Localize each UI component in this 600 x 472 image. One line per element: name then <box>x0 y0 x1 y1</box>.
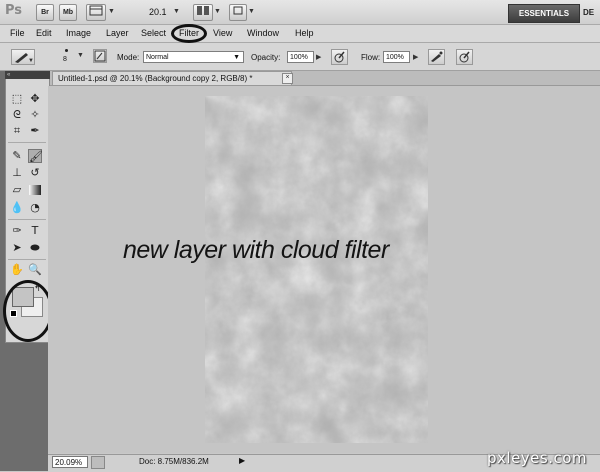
pen-pressure-size-icon <box>459 51 470 63</box>
tools-divider <box>8 219 46 220</box>
colors-highlight-annotation <box>3 280 53 342</box>
chevron-down-icon[interactable]: ▼ <box>214 8 221 15</box>
tools-divider <box>8 142 46 143</box>
zoom-field[interactable]: 20.09% <box>52 456 88 468</box>
opacity-label: Opacity: <box>251 53 281 62</box>
clone-stamp-tool-icon[interactable]: ⊥ <box>10 166 24 180</box>
menu-image[interactable]: Image <box>66 28 91 38</box>
watermark: pxleyes.com <box>487 449 588 467</box>
move-tool-icon[interactable]: ✥ <box>28 92 42 106</box>
status-menu-arrow-icon[interactable]: ▶ <box>239 456 245 465</box>
screen-mode-button[interactable] <box>229 4 247 21</box>
zoom-tool-icon[interactable]: 🔍 <box>28 263 42 277</box>
history-brush-tool-icon[interactable]: ↺ <box>28 166 42 180</box>
menu-select[interactable]: Select <box>141 28 166 38</box>
airbrush-icon <box>431 51 443 62</box>
flow-label: Flow: <box>361 53 381 62</box>
photoshop-logo: Ps <box>5 3 23 18</box>
spot-healing-brush-tool-icon[interactable]: ✎ <box>10 149 24 163</box>
menu-view[interactable]: View <box>213 28 232 38</box>
opacity-field[interactable]: 100% <box>287 51 314 63</box>
crop-tool-icon[interactable]: ⌗ <box>10 124 24 138</box>
chevron-down-icon[interactable]: ▼ <box>77 52 84 59</box>
document-tab[interactable]: Untitled-1.psd @ 20.1% (Background copy … <box>52 71 292 85</box>
gradient-tool-icon[interactable] <box>28 183 42 197</box>
brush-size-value: 8 <box>63 56 67 63</box>
quick-selection-tool-icon[interactable]: ✧ <box>28 108 42 122</box>
path-selection-tool-icon[interactable]: ➤ <box>10 241 24 255</box>
workspace-essentials-button[interactable]: ESSENTIALS <box>508 4 580 23</box>
cloud-texture <box>205 96 428 443</box>
view-extras-button[interactable] <box>86 4 106 21</box>
eyedropper-tool-icon[interactable]: ✒ <box>28 124 42 138</box>
hand-tool-icon[interactable]: ✋ <box>10 263 24 277</box>
brush-tool-icon[interactable]: 🖌 <box>28 149 43 163</box>
flow-slider-toggle[interactable]: ▶ <box>413 53 418 61</box>
document-canvas[interactable] <box>205 96 428 443</box>
view-extras-icon <box>89 5 103 16</box>
close-tab-icon[interactable]: × <box>282 73 293 84</box>
airbrush-button[interactable] <box>428 49 445 65</box>
launch-mini-bridge-button[interactable]: Mb <box>59 4 77 21</box>
pressure-opacity-button[interactable] <box>331 49 348 65</box>
pen-tool-icon[interactable]: ✑ <box>10 224 24 238</box>
brush-preset-picker[interactable]: 8 <box>58 47 76 67</box>
pressure-size-button[interactable] <box>456 49 473 65</box>
menu-layer[interactable]: Layer <box>106 28 129 38</box>
gradient-swatch <box>29 185 41 195</box>
arrange-icon <box>197 6 209 15</box>
svg-text:▼: ▼ <box>28 58 34 64</box>
chevron-down-icon[interactable]: ▼ <box>173 8 180 15</box>
tools-divider <box>8 259 46 260</box>
blur-tool-icon[interactable]: 💧 <box>10 201 24 215</box>
menu-help[interactable]: Help <box>295 28 314 38</box>
tools-panel-collapse[interactable]: « <box>5 71 50 79</box>
menu-file[interactable]: File <box>10 28 25 38</box>
annotation-caption: new layer with cloud filter <box>123 236 389 264</box>
document-size-info: Doc: 8.75M/836.2M <box>139 457 209 466</box>
filter-highlight-annotation <box>171 24 207 43</box>
blend-mode-value: Normal <box>146 54 169 61</box>
menu-edit[interactable]: Edit <box>36 28 52 38</box>
pen-pressure-icon <box>334 51 345 63</box>
toggle-brush-panel-button[interactable] <box>93 49 107 63</box>
opacity-slider-toggle[interactable]: ▶ <box>316 53 321 61</box>
ellipse-tool-icon[interactable]: ⬬ <box>28 241 42 255</box>
launch-bridge-button[interactable]: Br <box>36 4 54 21</box>
screen-mode-icon <box>233 6 243 15</box>
dodge-tool-icon[interactable]: ◔ <box>28 201 42 215</box>
mode-label: Mode: <box>117 53 140 62</box>
brush-panel-icon <box>94 50 106 62</box>
status-options-icon[interactable] <box>91 456 105 469</box>
chevron-down-icon: ▼ <box>233 54 240 61</box>
flow-field[interactable]: 100% <box>383 51 410 63</box>
blend-mode-select[interactable]: Normal ▼ <box>143 51 244 63</box>
lasso-tool-icon[interactable]: ᘓ <box>10 108 24 122</box>
brush-icon: ▼ <box>15 53 34 64</box>
chevron-down-icon[interactable]: ▼ <box>248 8 255 15</box>
workspace-design-button[interactable]: DE <box>583 4 594 21</box>
type-tool-icon[interactable]: T <box>28 224 42 238</box>
chevron-down-icon[interactable]: ▼ <box>108 8 115 15</box>
zoom-level-display[interactable]: 20.1 <box>149 7 167 17</box>
eraser-tool-icon[interactable]: ▱ <box>10 183 24 197</box>
rectangular-marquee-tool-icon[interactable]: ⬚ <box>10 92 24 106</box>
arrange-documents-button[interactable] <box>193 4 213 21</box>
menu-window[interactable]: Window <box>247 28 279 38</box>
brush-tip-icon <box>65 49 68 52</box>
tool-preset-picker[interactable]: ▼ <box>11 49 35 65</box>
